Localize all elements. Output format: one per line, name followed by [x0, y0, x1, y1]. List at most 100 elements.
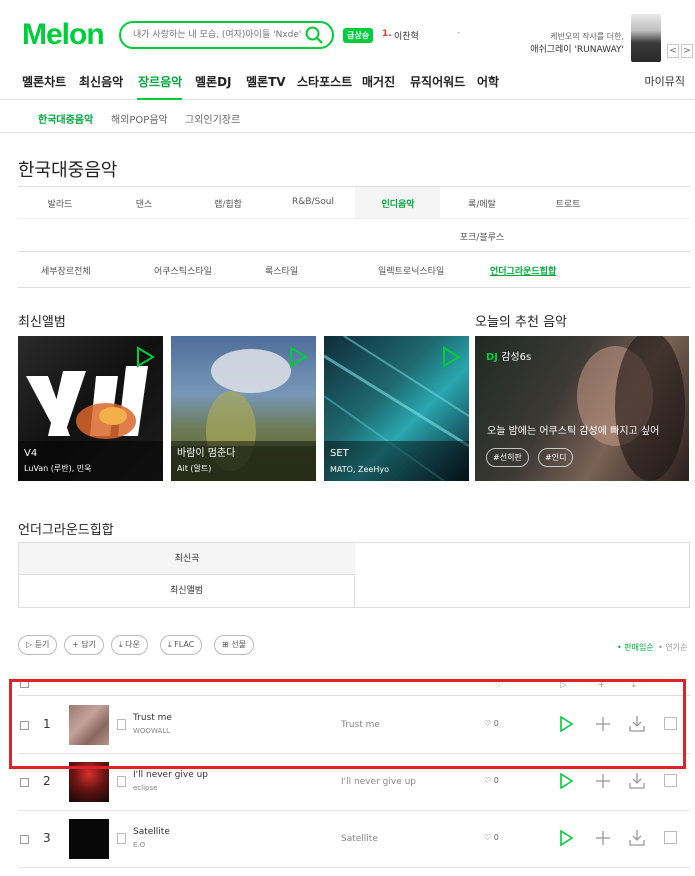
subnav-foreign-pop[interactable]: 해외POP음악: [111, 111, 168, 126]
album-artist[interactable]: Ait (알트): [177, 463, 211, 474]
genre-rock[interactable]: 록/메탈: [452, 197, 512, 210]
promo-artist-image[interactable]: [631, 14, 661, 62]
album-overlay: [18, 441, 163, 481]
like-button[interactable]: ♡ 0: [484, 833, 499, 842]
song-album[interactable]: Satellite: [341, 834, 378, 844]
subgenre-all[interactable]: 세부장르전체: [41, 264, 91, 277]
play-icon[interactable]: [135, 346, 155, 368]
promo-next-button[interactable]: >: [681, 44, 693, 58]
gift-label: 선물: [231, 640, 246, 649]
nav-magazine[interactable]: 매거진: [362, 73, 395, 90]
download-icon[interactable]: [629, 772, 645, 789]
like-count: 0: [493, 833, 499, 842]
subnav-korean-pop[interactable]: 한국대중음악: [38, 111, 93, 126]
add-icon[interactable]: [595, 830, 611, 846]
play-icon[interactable]: [559, 773, 573, 789]
song-info-icon[interactable]: [117, 776, 126, 787]
album-card[interactable]: 바람이 멈춘다 Ait (알트): [171, 336, 316, 481]
live-rank-keyword[interactable]: 이찬혁: [394, 29, 419, 42]
like-button[interactable]: ♡ 0: [484, 776, 499, 785]
song-artist[interactable]: eclipse: [133, 784, 157, 792]
genre-grid: 발라드 댄스 랩/힙합 R&B/Soul 인디음악 록/메탈 트로트 포크/블루…: [18, 186, 690, 252]
subgenre-underground-hiphop[interactable]: 언더그라운드힙합: [490, 264, 556, 277]
song-album[interactable]: I'll never give up: [341, 777, 416, 787]
listen-button[interactable]: ▷ 듣기: [18, 635, 58, 655]
song-info-icon[interactable]: [117, 833, 126, 844]
album-card[interactable]: SET MATO, ZeeHyo: [324, 336, 469, 481]
dj-name: 감성6s: [501, 352, 532, 363]
song-artist[interactable]: E.O: [133, 841, 145, 849]
page-title: 한국대중음악: [18, 160, 118, 181]
album-card[interactable]: V4 LuVan (루반), 민욱: [18, 336, 163, 481]
sort-popular[interactable]: • 판매임순: [617, 642, 654, 653]
album-artist[interactable]: MATO, ZeeHyo: [330, 465, 389, 474]
subgenre-rock[interactable]: 록스타일: [265, 264, 298, 277]
latest-albums-title: 최신앨범: [18, 315, 66, 330]
play-icon[interactable]: [441, 346, 461, 368]
song-title[interactable]: Satellite: [133, 827, 170, 837]
promo-subtitle[interactable]: 케빈오의 작사를 더한,: [490, 31, 624, 42]
row-rank: 2: [43, 774, 51, 788]
album-title[interactable]: V4: [24, 448, 37, 459]
download-icon[interactable]: [629, 829, 645, 846]
dj-recommend-card[interactable]: DJ 감성6s 오늘 밤에는 어쿠스틱 감성에 빠지고 싶어 #선히판 #인디: [475, 336, 689, 481]
search-input[interactable]: [133, 27, 303, 43]
dj-tag[interactable]: #인디: [538, 448, 574, 467]
album-artist[interactable]: LuVan (루반), 민욱: [24, 463, 92, 474]
download-button[interactable]: ⤓ 다운: [111, 635, 148, 655]
album-title[interactable]: 바람이 멈춘다: [177, 444, 235, 459]
album-title[interactable]: SET: [330, 448, 349, 459]
table-row[interactable]: 3 Satellite E.O Satellite ♡ 0: [18, 811, 690, 868]
genre-rnb[interactable]: R&B/Soul: [283, 197, 343, 207]
promo-prev-button[interactable]: <: [667, 44, 679, 58]
promo-title[interactable]: 애쉬그레이 'RUNAWAY': [490, 42, 624, 55]
genre-hiphop[interactable]: 랩/힙합: [198, 197, 258, 210]
gift-button[interactable]: ⊞ 선물: [214, 635, 254, 655]
divider: [0, 132, 695, 133]
dj-prefix: DJ: [486, 352, 499, 363]
search-icon[interactable]: [304, 25, 324, 45]
sort-date[interactable]: • 연기순: [658, 642, 687, 653]
dj-tag[interactable]: #선히판: [486, 448, 529, 467]
recommend-title: 오늘의 추천 음악: [475, 315, 567, 330]
album-thumbnail[interactable]: [69, 819, 109, 859]
nav-music-award[interactable]: 뮤직어워드: [410, 73, 465, 90]
genre-dance[interactable]: 댄스: [114, 197, 174, 210]
mv-icon[interactable]: [664, 831, 677, 844]
dj-badge: DJ 감성6s: [486, 348, 531, 363]
genre-folk[interactable]: 포크/블루스: [452, 230, 512, 243]
genre-section-title: 언더그라운드힙합: [18, 523, 114, 538]
divider: [18, 218, 690, 219]
nav-starpost[interactable]: 스타포스트: [297, 73, 352, 90]
add-icon[interactable]: [595, 773, 611, 789]
nav-genre-music[interactable]: 장르음악: [138, 73, 182, 90]
download-label: 다운: [125, 640, 140, 649]
nav-latest-music[interactable]: 최신음악: [79, 73, 123, 90]
row-checkbox[interactable]: [20, 835, 29, 844]
flac-button[interactable]: ⤓ FLAC: [160, 635, 203, 655]
play-icon[interactable]: [288, 346, 308, 368]
mv-icon[interactable]: [664, 774, 677, 787]
nav-language[interactable]: 어학: [477, 73, 499, 90]
melon-logo[interactable]: Melon: [22, 18, 105, 52]
song-title[interactable]: I'll never give up: [133, 770, 208, 780]
flac-label: FLAC: [174, 640, 195, 649]
nav-my-music[interactable]: 마이뮤직: [645, 73, 685, 89]
row-checkbox[interactable]: [20, 778, 29, 787]
subgenre-electronic[interactable]: 일렉트로닉스타일: [378, 264, 444, 277]
heart-icon: ♡: [484, 776, 494, 785]
subgenre-acoustic[interactable]: 어쿠스틱스타일: [154, 264, 212, 277]
subnav-other-genres[interactable]: 그외인기장르: [185, 111, 240, 126]
like-count: 0: [493, 776, 499, 785]
nav-melon-dj[interactable]: 멜론DJ: [195, 73, 232, 90]
dj-headline[interactable]: 오늘 밤에는 어쿠스틱 감성에 빠지고 싶어: [487, 422, 659, 437]
tab-latest-albums[interactable]: 최신앨범: [19, 575, 355, 608]
play-icon[interactable]: [559, 830, 573, 846]
tab-latest-songs[interactable]: 최신곡: [19, 543, 355, 575]
add-button[interactable]: + 담기: [64, 635, 104, 655]
genre-trot[interactable]: 트로트: [538, 197, 598, 210]
nav-melon-chart[interactable]: 멜론차트: [22, 73, 66, 90]
genre-ballad[interactable]: 발라드: [30, 197, 90, 210]
nav-melon-tv[interactable]: 멜론TV: [246, 73, 286, 90]
genre-indie[interactable]: 인디음악: [368, 197, 428, 210]
